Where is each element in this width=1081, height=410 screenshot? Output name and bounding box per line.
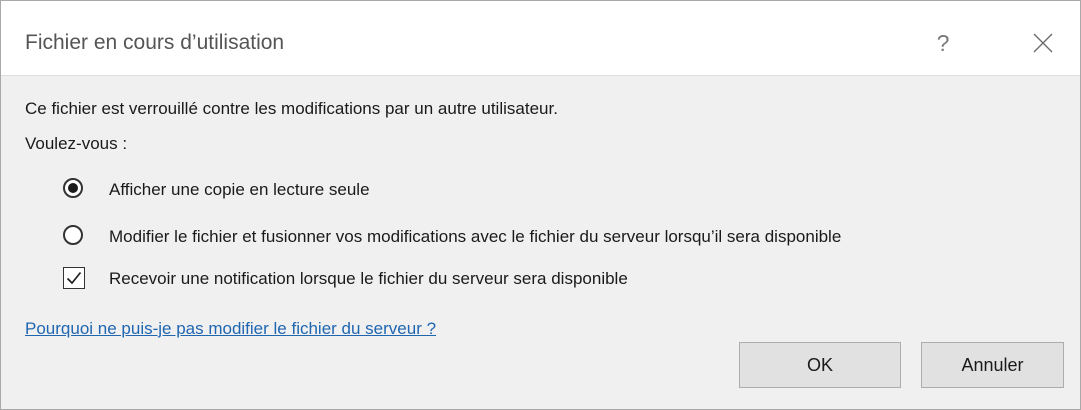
file-in-use-dialog: Fichier en cours d’utilisation ? Ce fich…	[0, 0, 1081, 410]
option-notify-label: Recevoir une notification lorsque le fic…	[109, 269, 628, 288]
cancel-button[interactable]: Annuler	[921, 342, 1064, 388]
checkbox-notify[interactable]	[63, 267, 85, 289]
help-link[interactable]: Pourquoi ne puis-je pas modifier le fich…	[25, 319, 436, 339]
option-read-only-label: Afficher une copie en lecture seule	[109, 180, 370, 199]
dialog-title: Fichier en cours d’utilisation	[25, 31, 285, 54]
help-icon: ?	[936, 30, 950, 56]
lock-message: Ce fichier est verrouillé contre les mod…	[25, 99, 558, 118]
ok-button[interactable]: OK	[739, 342, 901, 388]
radio-merge[interactable]	[63, 225, 83, 245]
question-label: Voulez-vous :	[25, 134, 128, 153]
title-bar: Fichier en cours d’utilisation ?	[1, 1, 1080, 76]
option-merge-label: Modifier le fichier et fusionner vos mod…	[109, 227, 842, 246]
radio-read-only[interactable]	[63, 178, 83, 198]
close-button[interactable]	[1021, 23, 1065, 63]
radio-selected-dot	[68, 183, 78, 193]
help-button[interactable]: ?	[921, 23, 965, 63]
close-icon	[1033, 33, 1053, 53]
checkmark-icon	[66, 271, 82, 285]
